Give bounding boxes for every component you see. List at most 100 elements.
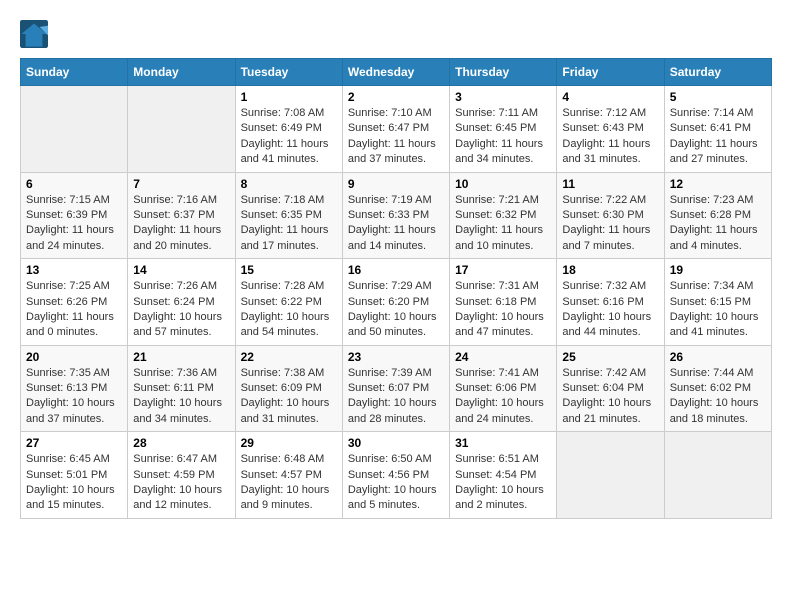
day-info: Sunrise: 7:42 AM Sunset: 6:04 PM Dayligh… — [562, 366, 658, 428]
calendar-cell: 3 Sunrise: 7:11 AM Sunset: 6:45 PM Daylig… — [450, 86, 557, 173]
day-info: Sunrise: 7:15 AM Sunset: 6:39 PM Dayligh… — [26, 193, 122, 255]
calendar-cell: 28 Sunrise: 6:47 AM Sunset: 4:59 PM Dayli… — [128, 432, 235, 519]
calendar-cell: 11 Sunrise: 7:22 AM Sunset: 6:30 PM Dayli… — [557, 172, 664, 259]
calendar-cell — [664, 432, 771, 519]
calendar-cell: 6Sunrise: 7:15 AM Sunset: 6:39 PM Daylig… — [21, 172, 128, 259]
weekday-header-wednesday: Wednesday — [342, 59, 449, 86]
calendar-week-2: 6Sunrise: 7:15 AM Sunset: 6:39 PM Daylig… — [21, 172, 772, 259]
day-number: 24 — [455, 350, 551, 364]
day-info: Sunrise: 7:28 AM Sunset: 6:22 PM Dayligh… — [241, 279, 337, 341]
day-info: Sunrise: 7:26 AM Sunset: 6:24 PM Dayligh… — [133, 279, 229, 341]
calendar-cell: 31 Sunrise: 6:51 AM Sunset: 4:54 PM Dayli… — [450, 432, 557, 519]
day-info: Sunrise: 6:45 AM Sunset: 5:01 PM Dayligh… — [26, 452, 122, 514]
day-info: Sunrise: 7:39 AM Sunset: 6:07 PM Dayligh… — [348, 366, 444, 428]
day-info: Sunrise: 7:11 AM Sunset: 6:45 PM Dayligh… — [455, 106, 551, 168]
calendar-cell: 23 Sunrise: 7:39 AM Sunset: 6:07 PM Dayli… — [342, 345, 449, 432]
day-number: 1 — [241, 90, 337, 104]
day-info: Sunrise: 7:19 AM Sunset: 6:33 PM Dayligh… — [348, 193, 444, 255]
calendar-cell: 26Sunrise: 7:44 AM Sunset: 6:02 PM Dayli… — [664, 345, 771, 432]
day-number: 3 — [455, 90, 551, 104]
day-number: 19 — [670, 263, 766, 277]
day-number: 8 — [241, 177, 337, 191]
calendar-cell: 15 Sunrise: 7:28 AM Sunset: 6:22 PM Dayli… — [235, 259, 342, 346]
page-header — [20, 20, 772, 48]
day-number: 14 — [133, 263, 229, 277]
day-number: 23 — [348, 350, 444, 364]
calendar-cell: 21Sunrise: 7:36 AM Sunset: 6:11 PM Dayli… — [128, 345, 235, 432]
day-number: 2 — [348, 90, 444, 104]
calendar-cell: 22 Sunrise: 7:38 AM Sunset: 6:09 PM Dayli… — [235, 345, 342, 432]
weekday-header-tuesday: Tuesday — [235, 59, 342, 86]
weekday-header-saturday: Saturday — [664, 59, 771, 86]
calendar-week-4: 20 Sunrise: 7:35 AM Sunset: 6:13 PM Dayli… — [21, 345, 772, 432]
calendar-cell: 4Sunrise: 7:12 AM Sunset: 6:43 PM Daylig… — [557, 86, 664, 173]
calendar-cell: 5 Sunrise: 7:14 AM Sunset: 6:41 PM Daylig… — [664, 86, 771, 173]
day-info: Sunrise: 7:25 AM Sunset: 6:26 PM Dayligh… — [26, 279, 122, 341]
day-info: Sunrise: 6:47 AM Sunset: 4:59 PM Dayligh… — [133, 452, 229, 514]
day-number: 5 — [670, 90, 766, 104]
calendar-cell: 12Sunrise: 7:23 AM Sunset: 6:28 PM Dayli… — [664, 172, 771, 259]
day-number: 30 — [348, 436, 444, 450]
day-info: Sunrise: 7:22 AM Sunset: 6:30 PM Dayligh… — [562, 193, 658, 255]
day-number: 31 — [455, 436, 551, 450]
weekday-header-sunday: Sunday — [21, 59, 128, 86]
calendar-header: SundayMondayTuesdayWednesdayThursdayFrid… — [21, 59, 772, 86]
day-number: 28 — [133, 436, 229, 450]
calendar-week-5: 27 Sunrise: 6:45 AM Sunset: 5:01 PM Dayli… — [21, 432, 772, 519]
day-number: 22 — [241, 350, 337, 364]
calendar-cell — [21, 86, 128, 173]
day-number: 16 — [348, 263, 444, 277]
weekday-header-monday: Monday — [128, 59, 235, 86]
calendar-cell: 27 Sunrise: 6:45 AM Sunset: 5:01 PM Dayli… — [21, 432, 128, 519]
day-number: 15 — [241, 263, 337, 277]
calendar-cell: 16 Sunrise: 7:29 AM Sunset: 6:20 PM Dayli… — [342, 259, 449, 346]
day-number: 11 — [562, 177, 658, 191]
calendar-cell: 25 Sunrise: 7:42 AM Sunset: 6:04 PM Dayli… — [557, 345, 664, 432]
day-number: 18 — [562, 263, 658, 277]
day-number: 17 — [455, 263, 551, 277]
day-info: Sunrise: 7:31 AM Sunset: 6:18 PM Dayligh… — [455, 279, 551, 341]
calendar-cell: 29 Sunrise: 6:48 AM Sunset: 4:57 PM Dayli… — [235, 432, 342, 519]
day-number: 29 — [241, 436, 337, 450]
calendar-cell: 8 Sunrise: 7:18 AM Sunset: 6:35 PM Daylig… — [235, 172, 342, 259]
day-info: Sunrise: 6:51 AM Sunset: 4:54 PM Dayligh… — [455, 452, 551, 514]
day-number: 20 — [26, 350, 122, 364]
calendar-cell: 10 Sunrise: 7:21 AM Sunset: 6:32 PM Dayli… — [450, 172, 557, 259]
day-info: Sunrise: 7:41 AM Sunset: 6:06 PM Dayligh… — [455, 366, 551, 428]
day-info: Sunrise: 7:44 AM Sunset: 6:02 PM Dayligh… — [670, 366, 766, 428]
calendar-cell: 2 Sunrise: 7:10 AM Sunset: 6:47 PM Daylig… — [342, 86, 449, 173]
day-number: 10 — [455, 177, 551, 191]
calendar-cell: 9 Sunrise: 7:19 AM Sunset: 6:33 PM Daylig… — [342, 172, 449, 259]
calendar-table: SundayMondayTuesdayWednesdayThursdayFrid… — [20, 58, 772, 519]
day-number: 12 — [670, 177, 766, 191]
calendar-cell: 19 Sunrise: 7:34 AM Sunset: 6:15 PM Dayli… — [664, 259, 771, 346]
day-info: Sunrise: 7:34 AM Sunset: 6:15 PM Dayligh… — [670, 279, 766, 341]
day-number: 21 — [133, 350, 229, 364]
calendar-cell: 7Sunrise: 7:16 AM Sunset: 6:37 PM Daylig… — [128, 172, 235, 259]
day-info: Sunrise: 7:29 AM Sunset: 6:20 PM Dayligh… — [348, 279, 444, 341]
day-info: Sunrise: 7:18 AM Sunset: 6:35 PM Dayligh… — [241, 193, 337, 255]
calendar-cell: 14 Sunrise: 7:26 AM Sunset: 6:24 PM Dayli… — [128, 259, 235, 346]
weekday-header-friday: Friday — [557, 59, 664, 86]
calendar-cell: 18 Sunrise: 7:32 AM Sunset: 6:16 PM Dayli… — [557, 259, 664, 346]
day-number: 27 — [26, 436, 122, 450]
weekday-header-thursday: Thursday — [450, 59, 557, 86]
day-info: Sunrise: 7:21 AM Sunset: 6:32 PM Dayligh… — [455, 193, 551, 255]
day-info: Sunrise: 6:50 AM Sunset: 4:56 PM Dayligh… — [348, 452, 444, 514]
day-info: Sunrise: 7:14 AM Sunset: 6:41 PM Dayligh… — [670, 106, 766, 168]
day-info: Sunrise: 7:32 AM Sunset: 6:16 PM Dayligh… — [562, 279, 658, 341]
calendar-cell — [557, 432, 664, 519]
calendar-cell — [128, 86, 235, 173]
day-info: Sunrise: 7:35 AM Sunset: 6:13 PM Dayligh… — [26, 366, 122, 428]
day-info: Sunrise: 7:10 AM Sunset: 6:47 PM Dayligh… — [348, 106, 444, 168]
day-info: Sunrise: 7:16 AM Sunset: 6:37 PM Dayligh… — [133, 193, 229, 255]
logo — [20, 20, 52, 48]
calendar-week-1: 1Sunrise: 7:08 AM Sunset: 6:49 PM Daylig… — [21, 86, 772, 173]
day-number: 4 — [562, 90, 658, 104]
day-info: Sunrise: 7:38 AM Sunset: 6:09 PM Dayligh… — [241, 366, 337, 428]
day-info: Sunrise: 6:48 AM Sunset: 4:57 PM Dayligh… — [241, 452, 337, 514]
calendar-cell: 1Sunrise: 7:08 AM Sunset: 6:49 PM Daylig… — [235, 86, 342, 173]
day-number: 9 — [348, 177, 444, 191]
logo-icon — [20, 20, 48, 48]
day-number: 25 — [562, 350, 658, 364]
